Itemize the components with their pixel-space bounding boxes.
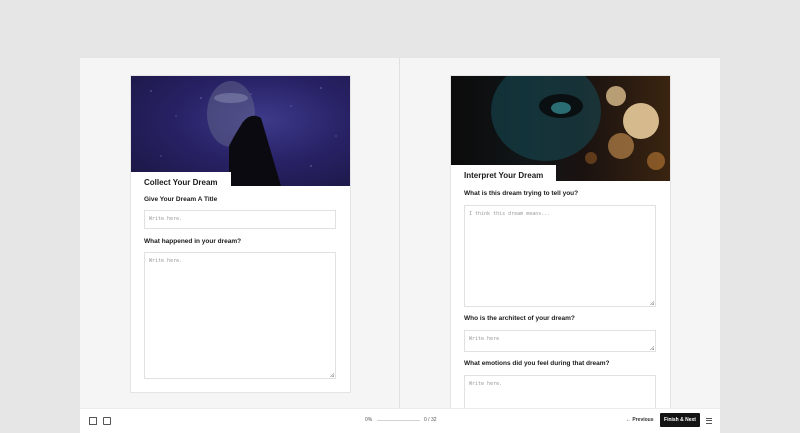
placeholder-text: Write here. (469, 381, 503, 387)
section-title: Collect Your Dream (131, 172, 231, 194)
bottom-toolbar: 0% 0 / 32 ← Previous Finish & Next (80, 408, 720, 433)
arrow-left-icon: ← (626, 417, 631, 423)
jar-of-stars-image (131, 76, 350, 186)
section-title: Interpret Your Dream (451, 165, 557, 187)
progress-percent: 0% (365, 417, 373, 423)
dream-title-input[interactable]: Write here. (144, 210, 336, 229)
page-divider (399, 58, 400, 408)
resize-handle-icon[interactable] (329, 372, 334, 377)
placeholder-text: Write here. (149, 258, 183, 264)
field-label: What emotions did you feel during that d… (464, 360, 610, 367)
field-label: Give Your Dream A Title (144, 196, 218, 203)
dream-description-textarea[interactable]: Write here. (144, 252, 336, 379)
menu-icon[interactable] (706, 418, 712, 425)
placeholder-text: I think this dream means... (469, 211, 551, 217)
field-label: Who is the architect of your dream? (464, 315, 575, 322)
placeholder-text: Write here (469, 336, 500, 342)
field-label: What is this dream trying to tell you? (464, 190, 579, 197)
collect-dream-card: Collect Your Dream Give Your Dream A Tit… (130, 75, 351, 393)
previous-button[interactable]: ← Previous (626, 417, 654, 423)
dream-architect-textarea[interactable]: Write here (464, 330, 656, 352)
resize-handle-icon[interactable] (649, 345, 654, 350)
grid-icon[interactable] (89, 417, 97, 425)
page-count: 0 / 32 (424, 417, 437, 423)
field-label: What happened in your dream? (144, 238, 242, 245)
layout-icon[interactable] (103, 417, 111, 425)
resize-handle-icon[interactable] (649, 300, 654, 305)
dream-meaning-textarea[interactable]: I think this dream means... (464, 205, 656, 307)
interpret-dream-card: Interpret Your Dream What is this dream … (450, 75, 671, 417)
progress-bar (377, 420, 420, 421)
finish-next-button[interactable]: Finish & Next (660, 413, 700, 427)
